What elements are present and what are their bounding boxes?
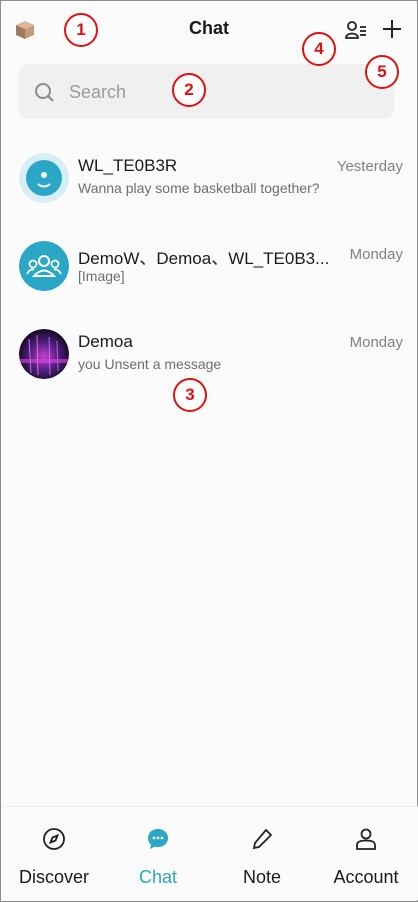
chat-preview: Wanna play some basketball together?: [78, 180, 320, 196]
chat-list-item[interactable]: WL_TE0B3R Yesterday Wanna play some bask…: [1, 141, 417, 211]
chat-name: DemoW、Demoa、WL_TE0B3...: [78, 249, 330, 268]
nav-item-account[interactable]: Account: [314, 807, 418, 901]
nav-label: Note: [242, 867, 282, 887]
annotation-marker-5: 5: [365, 55, 399, 89]
chat-name: Demoa: [78, 332, 133, 351]
annotation-marker-3: 3: [173, 378, 207, 412]
search-icon: [33, 81, 55, 103]
nav-label: Discover: [18, 867, 89, 887]
person-icon: [354, 827, 378, 851]
chat-time: Monday: [349, 246, 403, 263]
chat-preview: you Unsent a message: [78, 356, 222, 372]
annotation-marker-1: 1: [64, 13, 98, 47]
chat-time: Yesterday: [336, 158, 403, 175]
search-input[interactable]: [69, 78, 369, 106]
annotation-marker-2: 2: [172, 73, 206, 107]
chat-name: WL_TE0B3R: [78, 156, 178, 175]
chat-time: Monday: [349, 334, 403, 351]
chat-list-item[interactable]: DemoW、Demoa、WL_TE0B3... Monday [Image]: [1, 229, 417, 299]
contacts-list-icon[interactable]: [345, 19, 367, 41]
group-avatar: [19, 241, 69, 291]
annotation-marker-4: 4: [302, 32, 336, 66]
bottom-navigation: Discover Chat Note Account: [2, 806, 418, 900]
pencil-icon: [250, 827, 274, 851]
photo-avatar: [19, 329, 69, 379]
nav-item-note[interactable]: Note: [210, 807, 314, 901]
chat-bubble-icon: [146, 827, 170, 851]
search-bar[interactable]: [19, 64, 394, 119]
compass-icon: [42, 827, 66, 851]
chat-list-item[interactable]: Demoa Monday you Unsent a message: [1, 317, 417, 387]
app-screen: Chat Search WL_TE0B3R Yesterday Wanna pl…: [0, 0, 418, 902]
nav-label: Account: [333, 867, 399, 887]
nav-label: Chat: [138, 867, 178, 887]
plus-icon[interactable]: [381, 18, 403, 40]
nav-item-discover[interactable]: Discover: [2, 807, 106, 901]
default-user-avatar: [19, 153, 69, 203]
nav-item-chat[interactable]: Chat: [106, 807, 210, 901]
chat-preview: [Image]: [78, 268, 125, 284]
